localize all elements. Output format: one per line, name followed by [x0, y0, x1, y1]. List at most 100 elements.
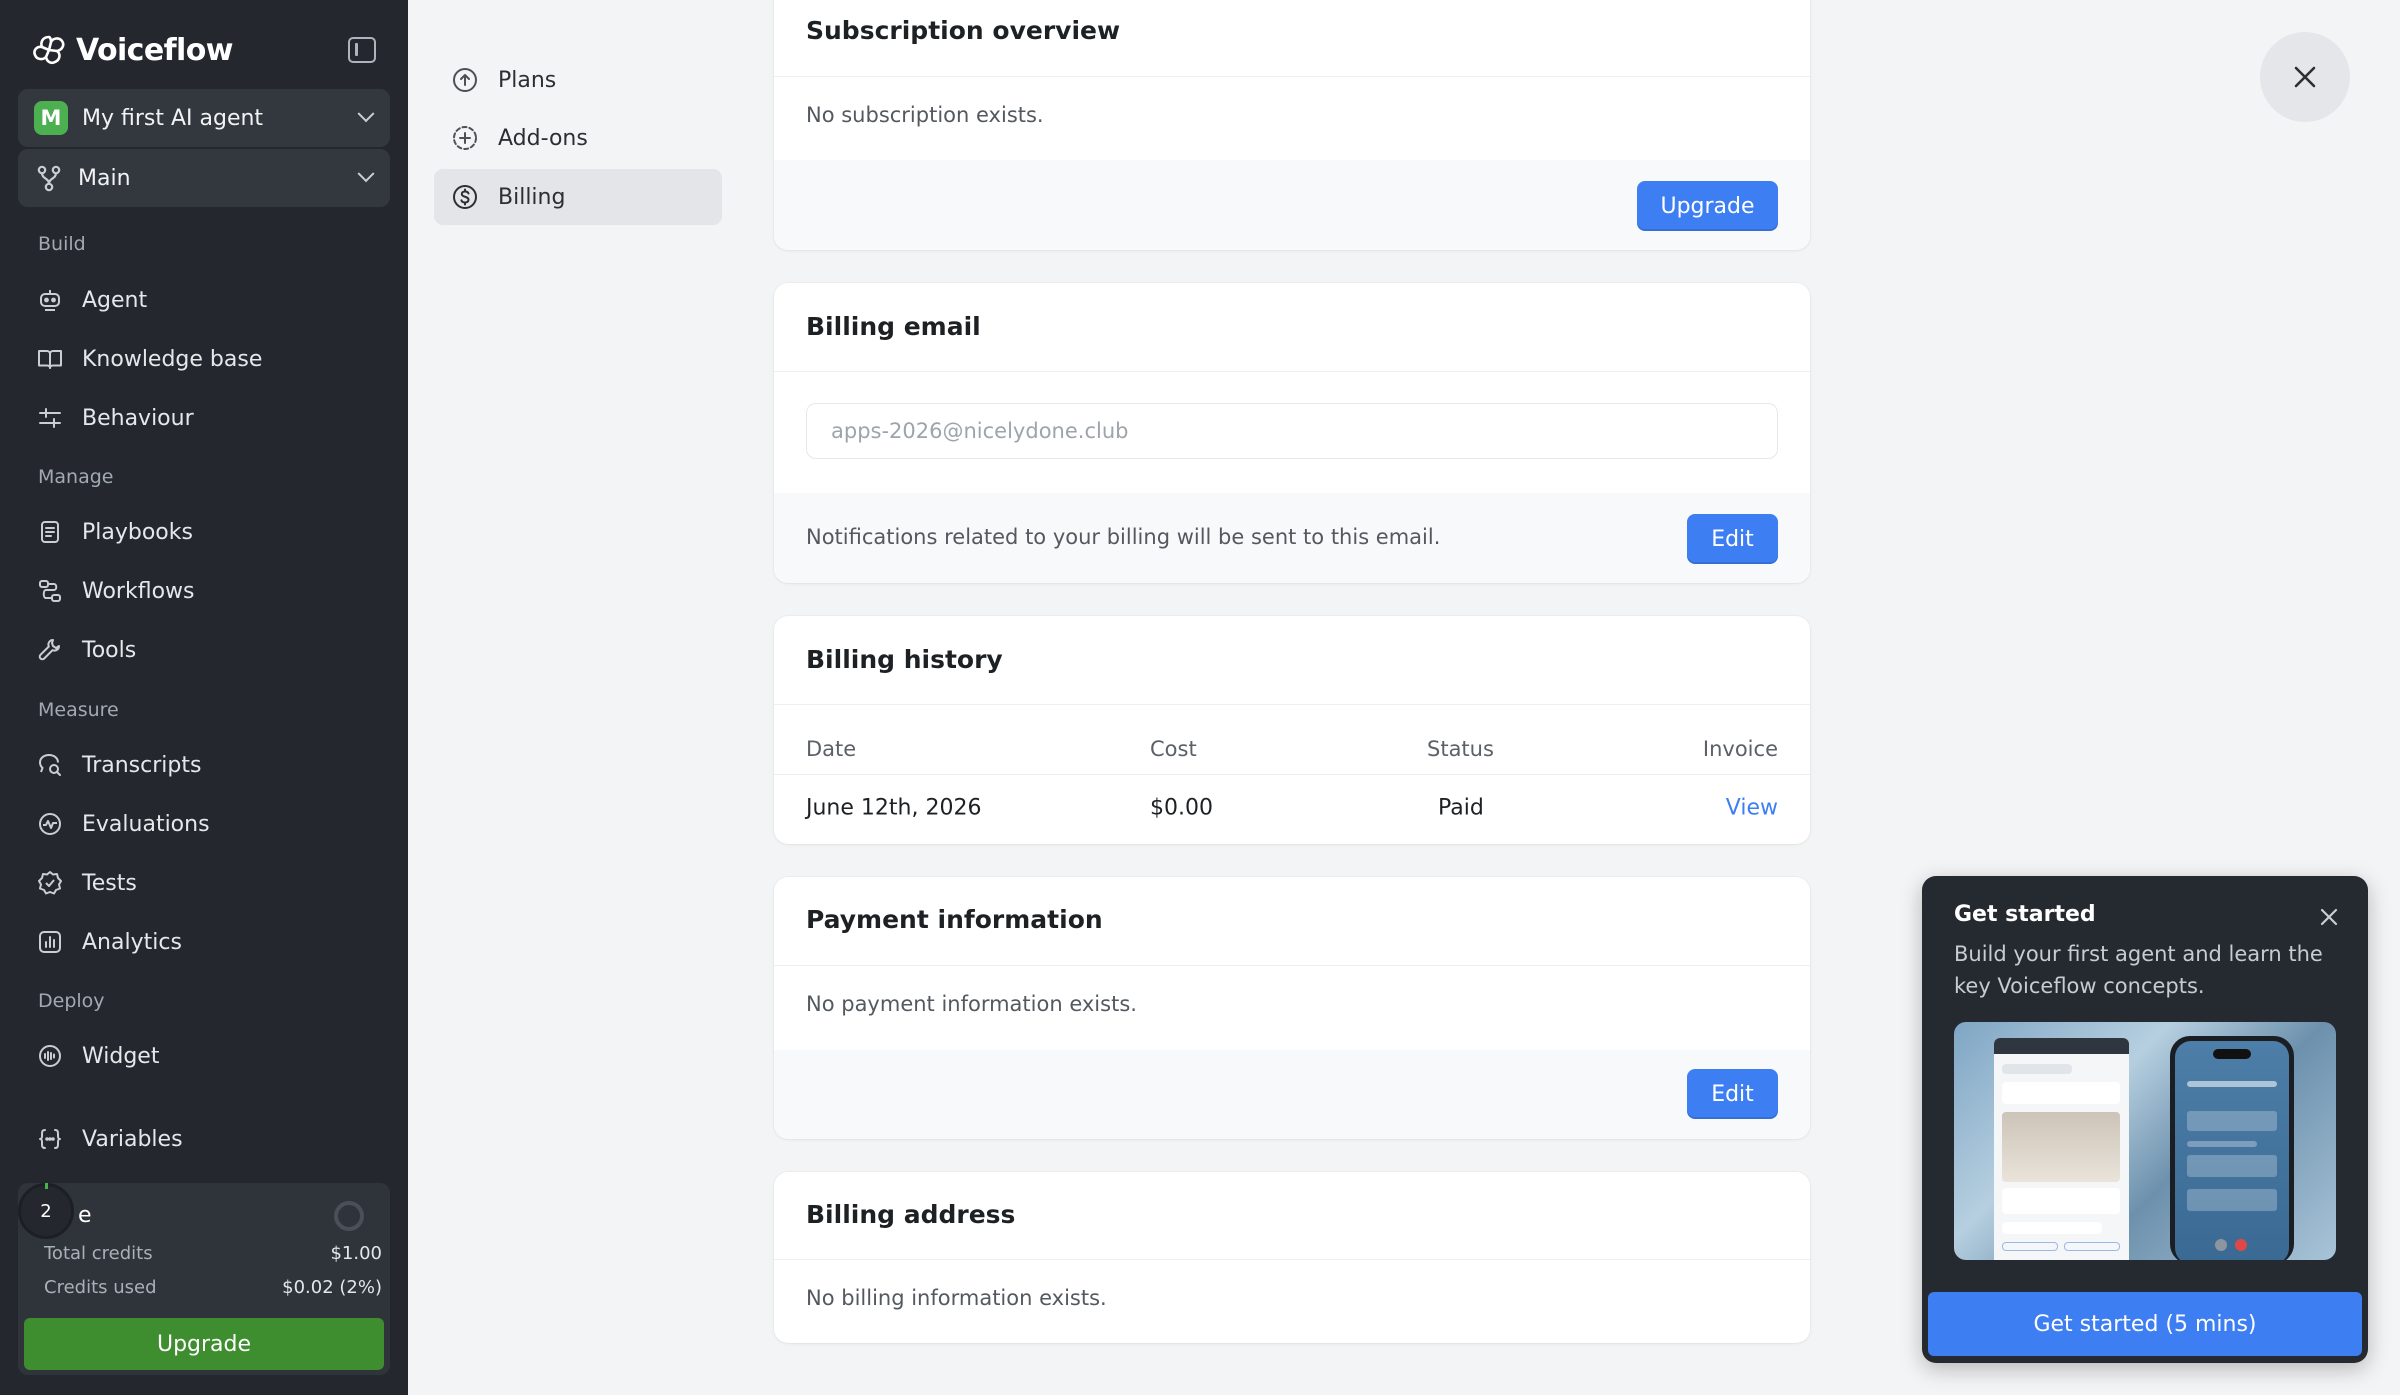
sidebar-item-behaviour[interactable]: Behaviour — [18, 394, 390, 442]
billing-history-card: Billing history Date Cost Status Invoice… — [774, 616, 1810, 844]
sidebar-item-label: Transcripts — [82, 752, 202, 778]
payment-information-card: Payment information No payment informati… — [774, 877, 1810, 1139]
column-header-cost: Cost — [1150, 737, 1197, 761]
credits-used-row: Credits used $0.02 (2%) — [44, 1277, 382, 1298]
view-invoice-link[interactable]: View — [1726, 796, 1778, 821]
braces-icon — [39, 1129, 61, 1149]
billing-address-message: No billing information exists. — [806, 1286, 1107, 1310]
invoice-status: Paid — [1438, 795, 1484, 821]
sidebar-upgrade-button[interactable]: Upgrade — [24, 1318, 384, 1370]
chat-bubble — [2002, 1188, 2120, 1214]
divider — [774, 1259, 1810, 1260]
sidebar-item-widget[interactable]: Widget — [18, 1032, 390, 1080]
agent-name: My first AI agent — [82, 105, 264, 131]
chat-bubble — [2002, 1222, 2102, 1234]
close-settings-button[interactable] — [2260, 32, 2350, 122]
column-header-status: Status — [1427, 737, 1494, 761]
subnav-addons[interactable]: Add-ons — [434, 110, 722, 166]
table-header: Date Cost Status Invoice — [774, 724, 1810, 774]
git-branch-icon — [37, 165, 61, 192]
sidebar-item-agent[interactable]: Agent — [18, 276, 390, 324]
phone-screen — [2175, 1041, 2289, 1260]
credits-used-value: $0.02 (2%) — [282, 1277, 382, 1298]
sidebar-item-label: Analytics — [82, 929, 182, 955]
get-started-popup: Get started Build your first agent and l… — [1922, 876, 2368, 1363]
sidebar-item-label: Knowledge base — [82, 346, 263, 372]
sidebar-item-playbooks[interactable]: Playbooks — [18, 508, 390, 556]
subnav-label: Add-ons — [498, 125, 588, 151]
tutorial-preview-image — [1954, 1022, 2336, 1260]
branch-selector[interactable]: Main — [18, 149, 390, 207]
sidebar-item-evaluations[interactable]: Evaluations — [18, 800, 390, 848]
subnav-label: Plans — [498, 67, 557, 93]
sidebar-item-label: Agent — [82, 287, 148, 313]
payment-message: No payment information exists. — [806, 992, 1137, 1016]
chat-header-bar — [1994, 1038, 2129, 1054]
get-started-title: Get started — [1954, 902, 2096, 927]
close-icon — [2294, 66, 2316, 88]
credits-card: 2 e Total credits $1.00 Credits used $0.… — [18, 1183, 390, 1375]
phone-notch — [2213, 1049, 2251, 1059]
billing-address-card: Billing address No billing information e… — [774, 1172, 1810, 1343]
brand-name: Voiceflow — [76, 32, 233, 68]
collapse-sidebar-icon[interactable] — [348, 37, 376, 63]
sidebar-item-label: Playbooks — [82, 519, 193, 545]
chat-chip — [2064, 1242, 2120, 1251]
audio-wave-icon — [39, 1045, 61, 1067]
sidebar-item-label: Behaviour — [82, 405, 194, 431]
sidebar: Voiceflow M My first AI agent Main Build… — [0, 0, 408, 1395]
divider — [774, 774, 1810, 775]
chevron-down-icon — [357, 105, 375, 123]
credits-progress-ring[interactable]: 2 — [18, 1183, 74, 1239]
pulse-circle-icon — [39, 813, 61, 835]
card-title: Payment information — [806, 905, 1103, 934]
section-label-build: Build — [38, 233, 86, 255]
sidebar-item-workflows[interactable]: Workflows — [18, 567, 390, 615]
sidebar-item-analytics[interactable]: Analytics — [18, 918, 390, 966]
branch-name: Main — [78, 165, 131, 191]
subscription-message: No subscription exists. — [806, 103, 1044, 127]
document-icon — [41, 521, 59, 543]
total-credits-row: Total credits $1.00 — [44, 1243, 382, 1264]
sidebar-item-variables[interactable]: Variables — [18, 1115, 390, 1163]
agent-selector[interactable]: M My first AI agent — [18, 89, 390, 147]
table-row: June 12th, 2026 $0.00 Paid View — [774, 778, 1810, 838]
voiceflow-logo[interactable]: Voiceflow — [30, 32, 233, 68]
agent-avatar: M — [34, 101, 68, 135]
chat-widget-mock — [1994, 1038, 2129, 1260]
subnav-plans[interactable]: Plans — [434, 52, 722, 108]
section-label-measure: Measure — [38, 699, 119, 721]
edit-email-button[interactable]: Edit — [1687, 514, 1778, 564]
billing-email-note: Notifications related to your billing wi… — [806, 525, 1441, 549]
edit-payment-button[interactable]: Edit — [1687, 1069, 1778, 1119]
hang-up-icon — [2235, 1239, 2247, 1251]
billing-email-card: Billing email Notifications related to y… — [774, 283, 1810, 583]
sidebar-item-label: Widget — [82, 1043, 160, 1069]
chat-bubble — [2002, 1064, 2072, 1074]
billing-email-input[interactable] — [806, 403, 1778, 459]
upgrade-button[interactable]: Upgrade — [1637, 181, 1778, 231]
get-started-button[interactable]: Get started (5 mins) — [1928, 1292, 2362, 1356]
subnav-billing[interactable]: Billing — [434, 169, 722, 225]
total-credits-value: $1.00 — [330, 1243, 382, 1264]
card-footer — [774, 1050, 1810, 1139]
subnav-label: Billing — [498, 184, 566, 210]
sidebar-item-tools[interactable]: Tools — [18, 626, 390, 674]
sidebar-item-tests[interactable]: Tests — [18, 859, 390, 907]
subscription-overview-card: Subscription overview No subscription ex… — [774, 0, 1810, 250]
sidebar-item-label: Tools — [82, 637, 137, 663]
invoice-cost: $0.00 — [1150, 795, 1213, 821]
total-credits-label: Total credits — [44, 1243, 153, 1264]
book-open-icon — [38, 350, 62, 369]
section-label-manage: Manage — [38, 466, 114, 488]
sidebar-item-transcripts[interactable]: Transcripts — [18, 741, 390, 789]
card-title: Billing email — [806, 312, 981, 341]
sidebar-item-label: Workflows — [82, 578, 195, 604]
divider — [774, 371, 1810, 372]
sidebar-item-knowledge-base[interactable]: Knowledge base — [18, 335, 390, 383]
voiceflow-logo-icon — [33, 35, 65, 65]
arrow-up-circle-icon — [453, 68, 477, 92]
invoice-date: June 12th, 2026 — [806, 795, 982, 821]
bar-chart-icon — [39, 931, 61, 953]
close-icon[interactable] — [2318, 906, 2340, 928]
